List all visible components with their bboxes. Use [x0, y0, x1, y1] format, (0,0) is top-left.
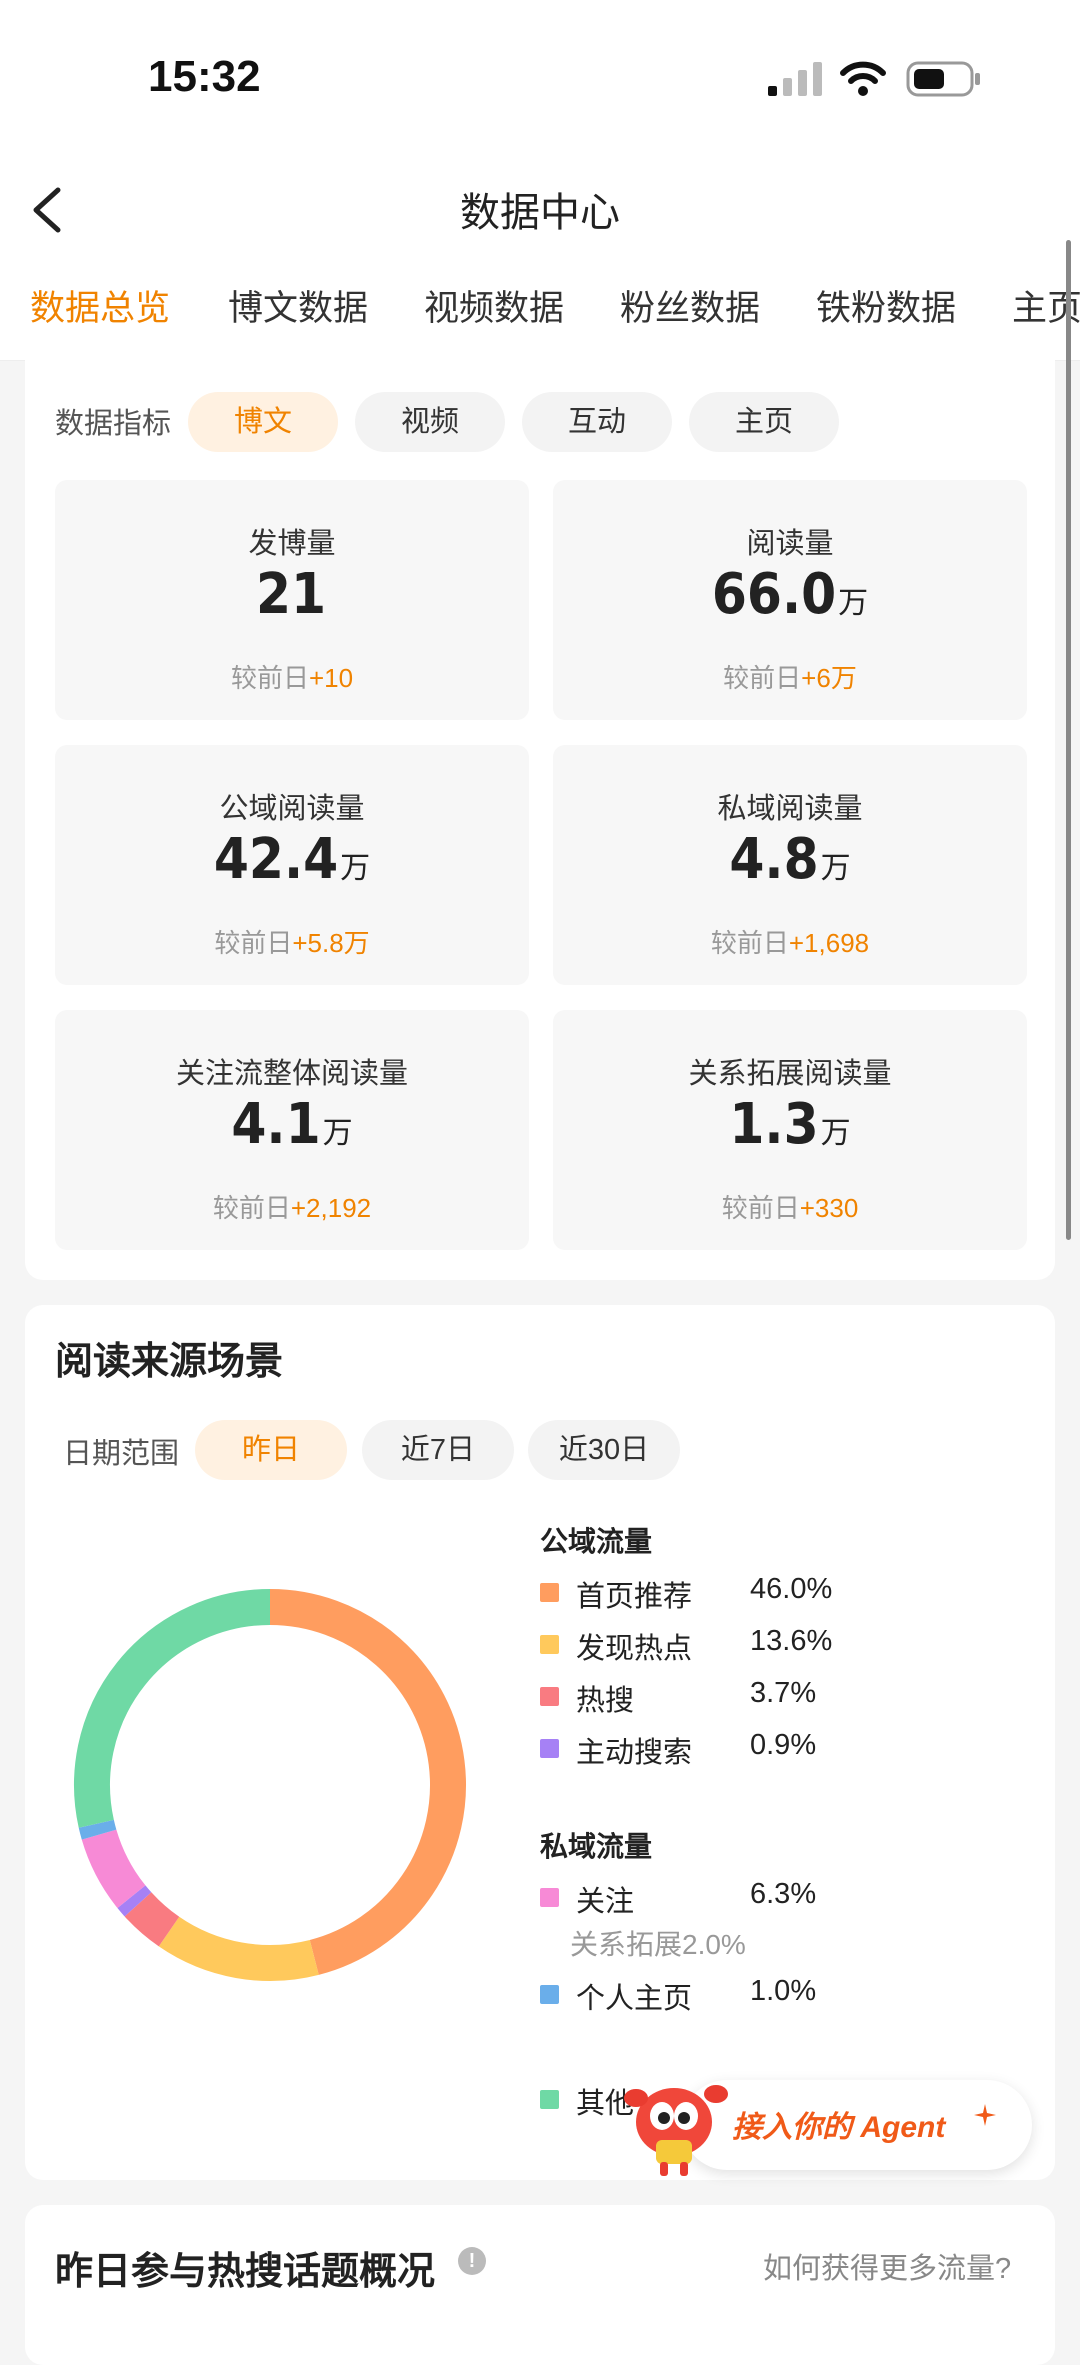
battery-icon [906, 61, 980, 97]
donut-slice [117, 1885, 152, 1917]
relationship-expansion-sub: 关系拓展2.0% [570, 1929, 746, 1960]
cellular-signal-icon [768, 62, 822, 96]
tab-post-data[interactable]: 博文数据 [228, 280, 368, 331]
donut-slice [269, 1589, 466, 1975]
source-donut-chart [74, 1589, 466, 1981]
donut-slice [158, 1916, 319, 1981]
status-time: 15:32 [148, 52, 261, 101]
range-yesterday[interactable]: 昨日 [195, 1420, 347, 1480]
tab-fans-data[interactable]: 粉丝数据 [620, 280, 760, 331]
private-traffic-heading: 私域流量 [540, 1831, 653, 1862]
metric-read-count[interactable]: 阅读量 66.0万 较前日+6万 [553, 480, 1027, 720]
overview-card: 数据指标 博文 视频 互动 主页 发博量 21 较前日+10 阅读量 66.0万… [25, 330, 1055, 1280]
date-range-label: 日期范围 [63, 1438, 180, 1470]
range-7days[interactable]: 近7日 [362, 1420, 514, 1480]
metric-label: 发博量 [248, 528, 336, 560]
public-traffic-heading: 公域流量 [540, 1526, 653, 1557]
donut-slice [78, 1819, 117, 1840]
info-icon[interactable]: ! [458, 2247, 486, 2275]
legend-swatch [540, 1739, 559, 1758]
filter-homepage[interactable]: 主页 [689, 392, 839, 452]
metric-private-read[interactable]: 私域阅读量 4.8万 较前日+1,698 [553, 745, 1027, 985]
metric-value: 4.8万 [729, 827, 851, 892]
metric-value: 21 [255, 562, 327, 627]
metric-label: 关注流整体阅读量 [175, 1058, 408, 1090]
filter-post[interactable]: 博文 [188, 392, 338, 452]
page-title: 数据中心 [460, 191, 620, 235]
section-title-hot-topics: 昨日参与热搜话题概况 [55, 2251, 436, 2293]
metric-compare: 较前日+5.8万 [214, 928, 370, 958]
legend-swatch [540, 1687, 559, 1706]
filter-interaction[interactable]: 互动 [522, 392, 672, 452]
tab-overview[interactable]: 数据总览 [30, 280, 170, 331]
metric-compare: 较前日+6万 [723, 663, 857, 693]
read-source-card: 阅读来源场景 日期范围 昨日 近7日 近30日 公域流量 首页推荐 46.0% … [25, 1305, 1055, 2180]
legend-swatch [540, 1985, 559, 2004]
metric-label: 私域阅读量 [717, 793, 863, 825]
agent-float-button[interactable]: 接入你的 Agent [622, 2068, 1034, 2180]
metric-value: 1.3万 [729, 1092, 851, 1157]
metric-public-read[interactable]: 公域阅读量 42.4万 较前日+5.8万 [55, 745, 529, 985]
donut-slice [74, 1589, 271, 1828]
donut-slice [81, 1829, 146, 1909]
range-30days[interactable]: 近30日 [528, 1420, 680, 1480]
metric-value: 42.4万 [213, 827, 371, 892]
legend-swatch [540, 1888, 559, 1907]
metric-label: 关系拓展阅读量 [688, 1058, 892, 1090]
sparkle-icon [974, 2104, 996, 2126]
metric-label: 阅读量 [746, 528, 834, 560]
metric-post-count[interactable]: 发博量 21 较前日+10 [55, 480, 529, 720]
metric-filter-label: 数据指标 [55, 408, 172, 440]
legend-swatch [540, 1635, 559, 1654]
metric-value: 4.1万 [231, 1092, 353, 1157]
metric-compare: 较前日+330 [721, 1193, 859, 1223]
tab-iron-fans-data[interactable]: 铁粉数据 [816, 280, 956, 331]
more-traffic-link[interactable]: 如何获得更多流量? [763, 2245, 1011, 2287]
filter-video[interactable]: 视频 [355, 392, 505, 452]
status-bar: 15:32 [0, 0, 1080, 150]
agent-label[interactable]: 接入你的 Agent [732, 2102, 945, 2146]
metric-compare: 较前日+1,698 [710, 928, 870, 958]
metric-value: 66.0万 [711, 562, 869, 627]
metric-follow-feed-read[interactable]: 关注流整体阅读量 4.1万 较前日+2,192 [55, 1010, 529, 1250]
legend-swatch [540, 1583, 559, 1602]
metric-compare: 较前日+10 [230, 663, 354, 693]
donut-slice [124, 1891, 180, 1947]
mascot-icon [624, 2085, 728, 2176]
metric-label: 公域阅读量 [219, 793, 365, 825]
metric-compare: 较前日+2,192 [212, 1193, 372, 1223]
legend-swatch [540, 2090, 559, 2109]
metric-relationship-read[interactable]: 关系拓展阅读量 1.3万 较前日+330 [553, 1010, 1027, 1250]
scroll-indicator [1066, 240, 1071, 1240]
wifi-icon [840, 61, 886, 96]
section-title-read-source: 阅读来源场景 [55, 1341, 284, 1383]
hot-topics-card: 昨日参与热搜话题概况 ! 如何获得更多流量? [25, 2205, 1055, 2365]
tab-video-data[interactable]: 视频数据 [424, 280, 564, 331]
